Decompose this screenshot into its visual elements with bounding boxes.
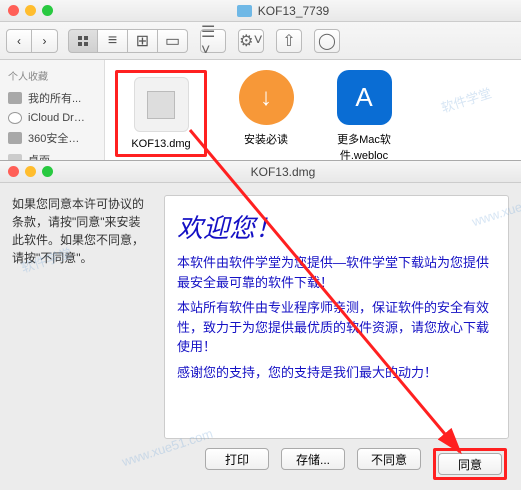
view-gallery-button[interactable]: ▭	[158, 29, 188, 53]
welcome-title: 欢迎您！	[177, 208, 496, 245]
readme-icon: ↓	[239, 70, 294, 125]
close-icon[interactable]	[8, 5, 19, 16]
view-column-button[interactable]: ⊞	[128, 29, 158, 53]
file-label: 更多Mac软件.webloc	[325, 131, 403, 163]
folder-icon	[237, 5, 252, 17]
zoom-icon[interactable]	[42, 166, 53, 177]
forward-button[interactable]: ›	[32, 29, 58, 53]
folder-icon	[8, 132, 22, 144]
appstore-icon: A	[337, 70, 392, 125]
dmg-icon	[134, 77, 189, 132]
welcome-p2: 本站所有软件由专业程序师亲测，保证软件的安全有效性，致力于为您提供最优质的软件资…	[177, 298, 496, 357]
finder-titlebar: KOF13_7739	[0, 0, 521, 22]
sidebar-header: 个人收藏	[0, 64, 104, 87]
cloud-icon	[8, 112, 22, 124]
file-label: KOF13.dmg	[122, 138, 200, 150]
folder-icon	[8, 92, 22, 104]
license-text-area: 欢迎您！ 本软件由软件学堂为您提供—软件学堂下载站为您提供最安全最可靠的软件下载…	[164, 195, 509, 439]
traffic-lights	[8, 5, 53, 16]
sidebar-item-label: 360安全…	[28, 130, 79, 146]
zoom-icon[interactable]	[42, 5, 53, 16]
sidebar-item-360[interactable]: 360安全…	[0, 127, 104, 149]
grid-icon	[77, 35, 89, 47]
file-dmg[interactable]: KOF13.dmg	[122, 77, 200, 150]
action-button[interactable]: ⚙ ˅	[238, 29, 264, 53]
dialog-title: KOF13.dmg	[53, 165, 513, 179]
window-title: KOF13_7739	[258, 4, 329, 18]
share-button[interactable]: ⇧	[276, 29, 302, 53]
welcome-p1: 本软件由软件学堂为您提供—软件学堂下载站为您提供最安全最可靠的软件下载！	[177, 253, 496, 292]
sidebar-item-label: 我的所有...	[28, 90, 81, 106]
welcome-p3: 感谢您的支持，您的支持是我们最大的动力！	[177, 363, 496, 383]
disagree-button[interactable]: 不同意	[357, 448, 421, 470]
file-webloc[interactable]: A 更多Mac软件.webloc	[325, 70, 403, 163]
view-list-button[interactable]: ≡	[98, 29, 128, 53]
minimize-icon[interactable]	[25, 5, 36, 16]
traffic-lights	[8, 166, 53, 177]
arrange-button[interactable]: ☰ ˅	[200, 29, 226, 53]
sidebar-item-allfiles[interactable]: 我的所有...	[0, 87, 104, 109]
minimize-icon[interactable]	[25, 166, 36, 177]
finder-toolbar: ‹ › ≡ ⊞ ▭ ☰ ˅ ⚙ ˅ ⇧ ◯	[0, 22, 521, 60]
close-icon[interactable]	[8, 166, 19, 177]
dialog-side-text: 如果您同意本许可协议的条款，请按"同意"来安装此软件。如果您不同意，请按"不同意…	[12, 195, 152, 439]
file-label: 安装必读	[227, 131, 305, 147]
back-button[interactable]: ‹	[6, 29, 32, 53]
save-button[interactable]: 存储...	[281, 448, 345, 470]
gear-icon: ⚙	[239, 31, 253, 51]
file-readme[interactable]: ↓ 安装必读	[227, 70, 305, 147]
license-dialog: KOF13.dmg 如果您同意本许可协议的条款，请按"同意"来安装此软件。如果您…	[0, 160, 521, 490]
sidebar-item-icloud[interactable]: iCloud Dr…	[0, 109, 104, 127]
sidebar-item-label: iCloud Dr…	[28, 112, 85, 124]
print-button[interactable]: 打印	[205, 448, 269, 470]
tags-button[interactable]: ◯	[314, 29, 340, 53]
view-icon-button[interactable]	[68, 29, 98, 53]
agree-button[interactable]: 同意	[438, 453, 502, 475]
